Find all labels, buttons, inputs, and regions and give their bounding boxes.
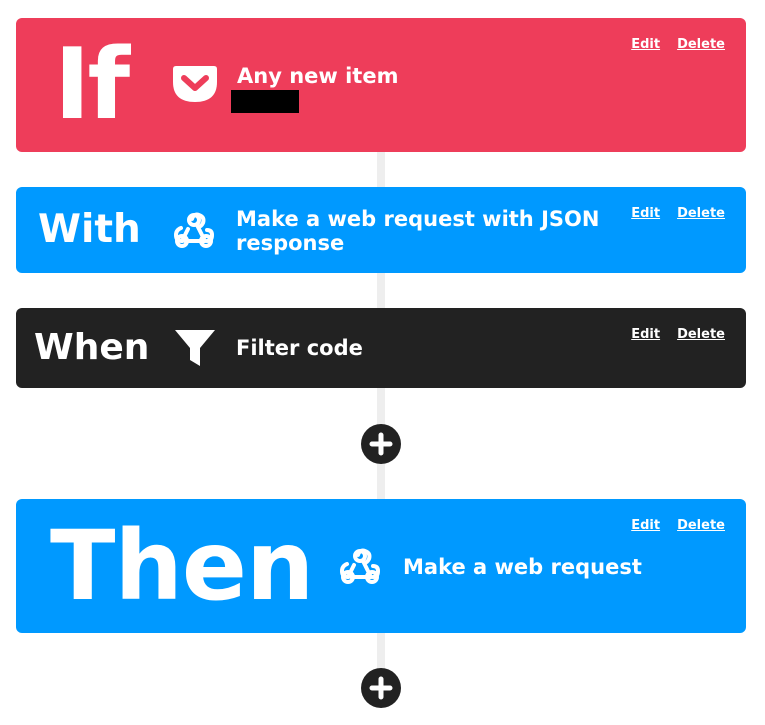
- edit-trigger-link[interactable]: Edit: [631, 37, 660, 52]
- trigger-title: Any new item: [237, 64, 399, 88]
- then-keyword: Then: [50, 510, 314, 622]
- plus-icon: [369, 432, 393, 456]
- delete-action-link[interactable]: Delete: [677, 518, 725, 533]
- applet-builder: If Any new item Edit Delete With Make a w…: [0, 0, 765, 725]
- filter-actions: Edit Delete: [614, 327, 725, 343]
- filter-icon: [175, 330, 215, 366]
- query-actions: Edit Delete: [614, 206, 725, 222]
- query-title: Make a web request with JSON response: [236, 207, 600, 255]
- delete-filter-link[interactable]: Delete: [677, 327, 725, 342]
- plus-icon: [369, 676, 393, 700]
- edit-action-link[interactable]: Edit: [631, 518, 660, 533]
- delete-trigger-link[interactable]: Delete: [677, 37, 725, 52]
- delete-query-link[interactable]: Delete: [677, 206, 725, 221]
- redacted-block: [231, 90, 299, 113]
- webhooks-icon: [339, 548, 381, 584]
- if-keyword: If: [54, 28, 130, 142]
- filter-card[interactable]: When Filter code Edit Delete: [16, 308, 746, 388]
- pocket-icon: [173, 66, 217, 102]
- webhooks-icon: [173, 212, 215, 248]
- trigger-card[interactable]: If Any new item Edit Delete: [16, 18, 746, 152]
- edit-query-link[interactable]: Edit: [631, 206, 660, 221]
- add-step-button[interactable]: [361, 424, 401, 464]
- query-card[interactable]: With Make a web request with JSON respon…: [16, 187, 746, 273]
- action-title: Make a web request: [403, 555, 642, 579]
- when-keyword: When: [34, 327, 150, 368]
- with-keyword: With: [38, 207, 141, 252]
- add-step-button[interactable]: [361, 668, 401, 708]
- filter-title: Filter code: [236, 336, 363, 360]
- edit-filter-link[interactable]: Edit: [631, 327, 660, 342]
- trigger-actions: Edit Delete: [614, 37, 725, 53]
- action-actions: Edit Delete: [614, 518, 725, 534]
- action-card[interactable]: Then Make a web request Edit Delete: [16, 499, 746, 633]
